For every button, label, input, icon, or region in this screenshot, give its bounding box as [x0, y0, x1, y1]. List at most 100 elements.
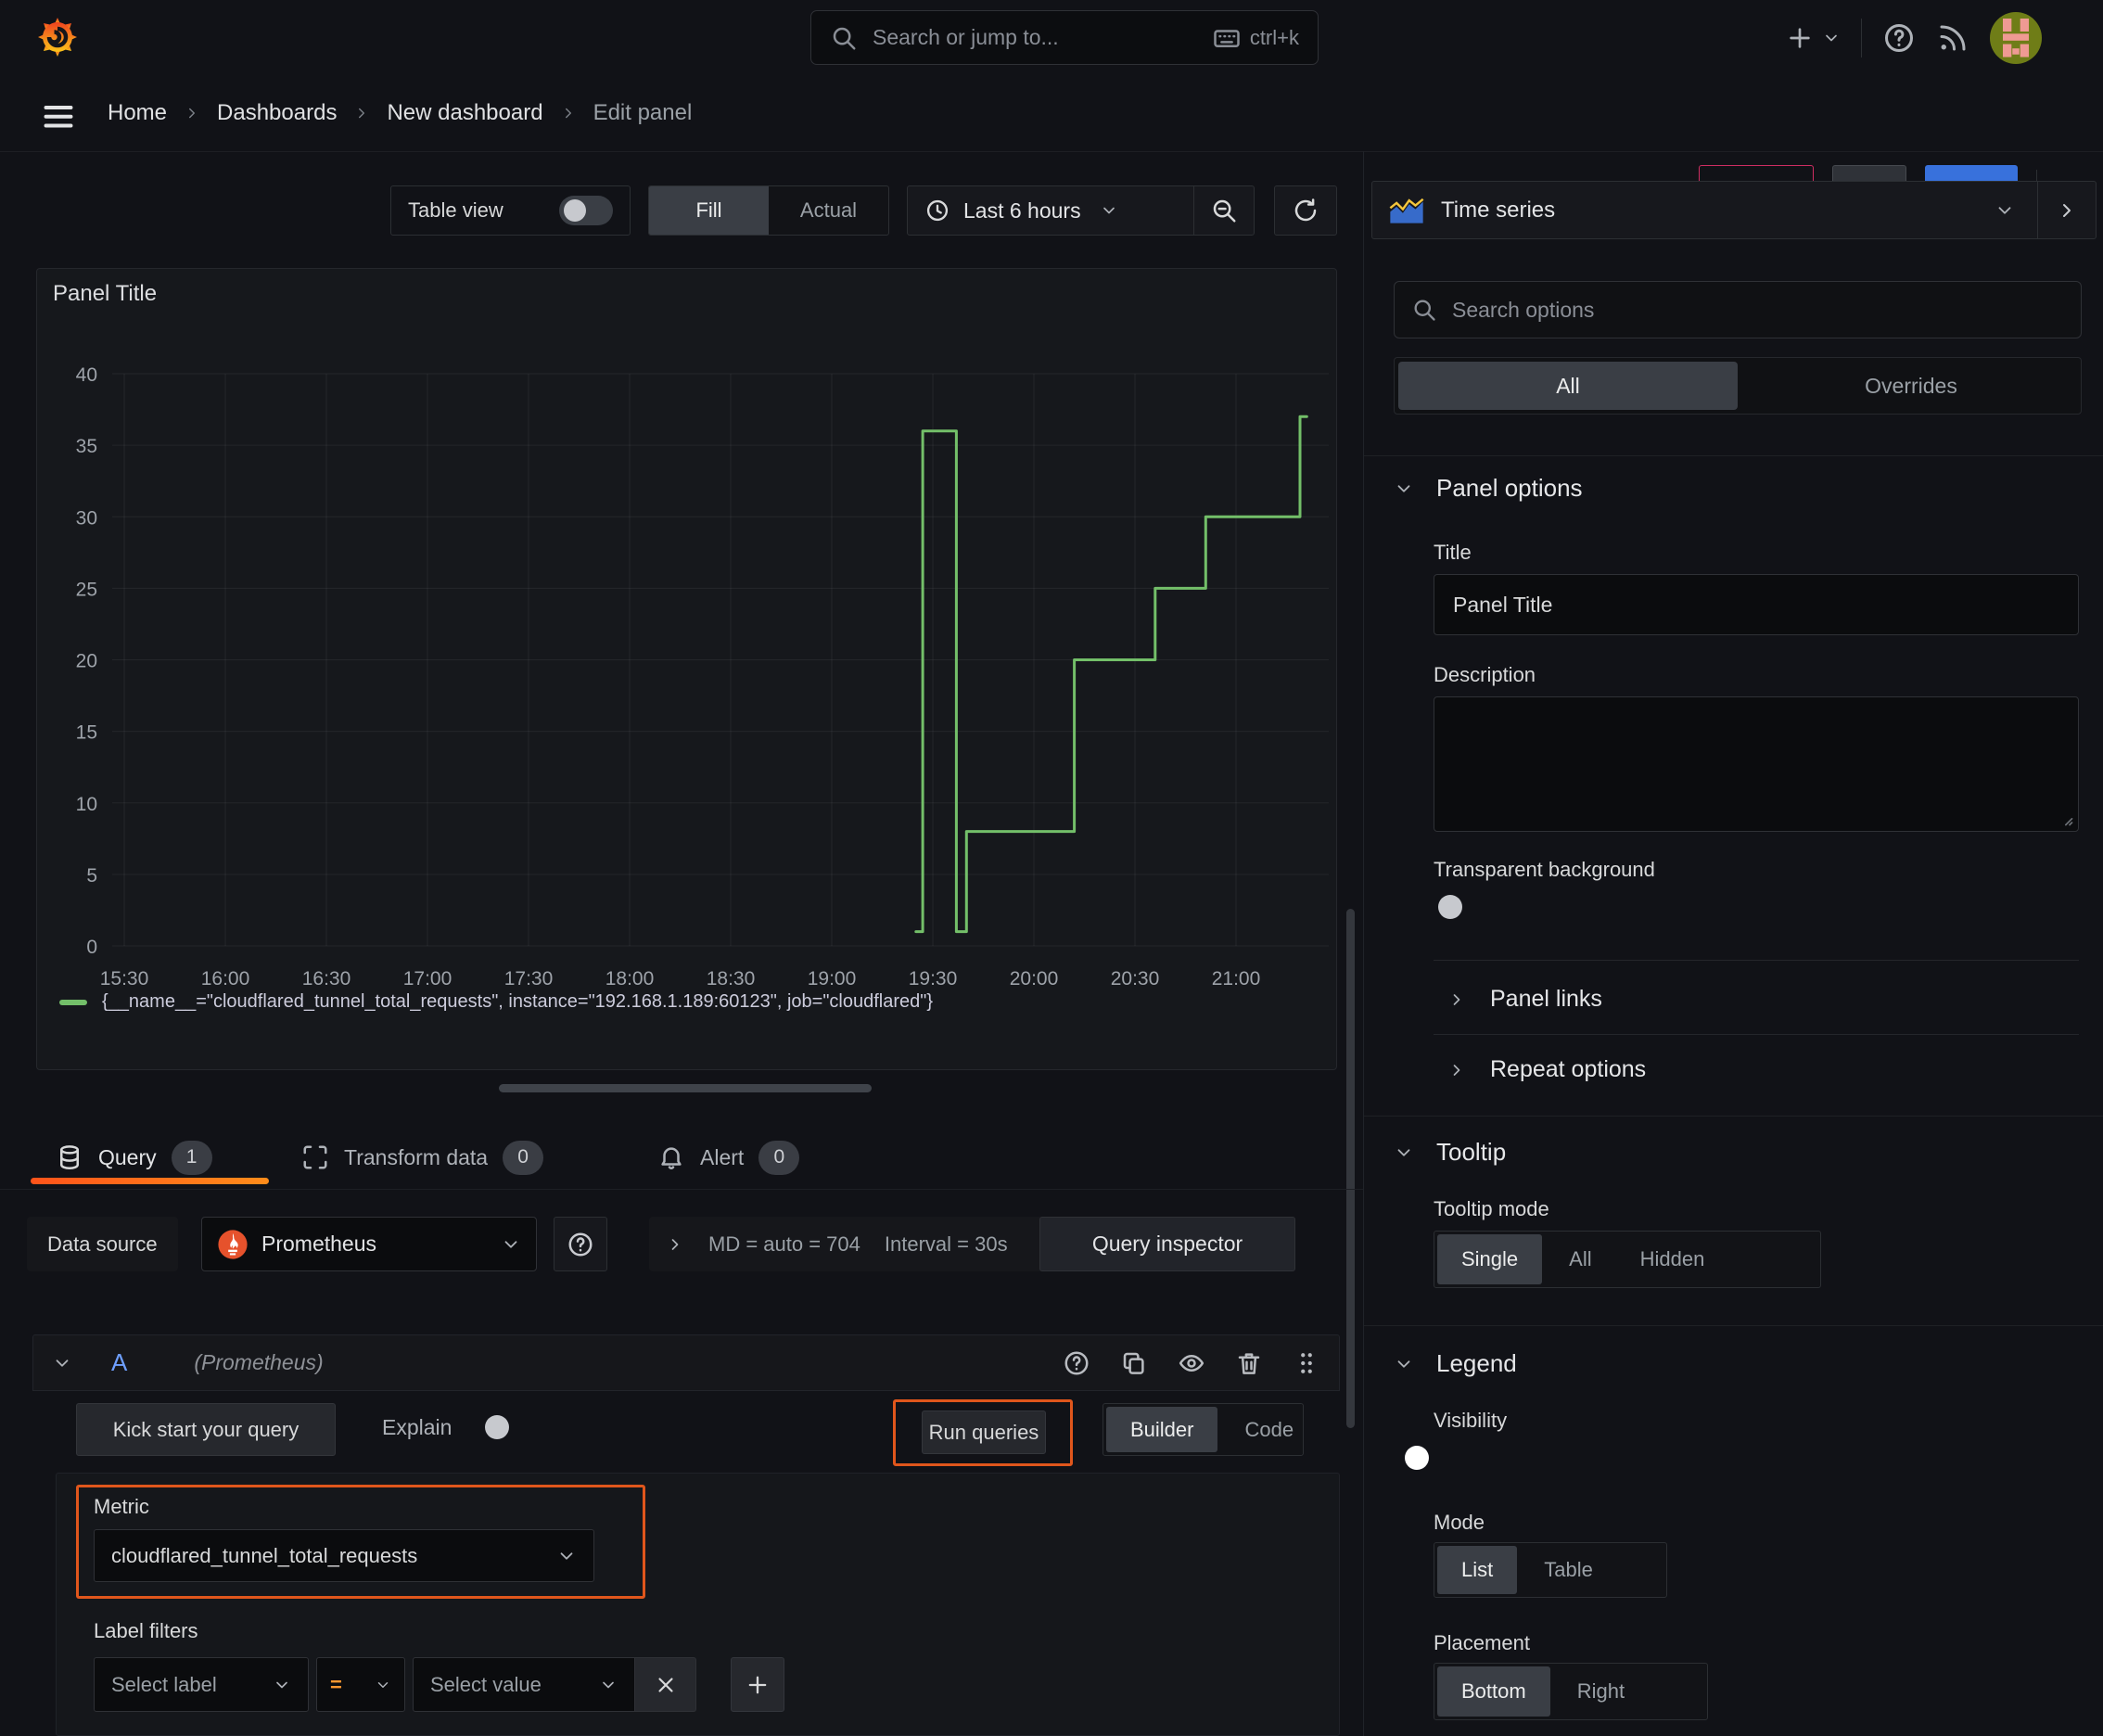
datasource-picker[interactable]: Prometheus [201, 1217, 537, 1271]
menu-button[interactable] [42, 99, 75, 133]
query-ref-id[interactable]: A [111, 1348, 127, 1377]
refresh-icon [1294, 198, 1317, 222]
sidebar-divider [1364, 1116, 2103, 1117]
fill-option[interactable]: Fill [649, 186, 769, 235]
breadcrumb: Home Dashboards New dashboard Edit panel [108, 75, 692, 151]
duplicate-query-icon[interactable] [1120, 1349, 1148, 1377]
breadcrumb-home[interactable]: Home [108, 100, 167, 126]
svg-text:35: 35 [76, 436, 97, 457]
tab-all[interactable]: All [1398, 362, 1738, 410]
tooltip-mode-hidden[interactable]: Hidden [1616, 1232, 1729, 1287]
legend-placement-right[interactable]: Right [1553, 1664, 1649, 1719]
global-search[interactable]: Search or jump to... ctrl+k [810, 10, 1319, 65]
table-view-control: Table view [390, 185, 631, 236]
add-filter-button[interactable] [731, 1657, 784, 1712]
panel-links-header[interactable]: Panel links [1447, 986, 1602, 1013]
avatar[interactable] [1990, 12, 2042, 64]
chevron-down-icon [504, 1240, 517, 1248]
fill-actual-switch: Fill Actual [648, 185, 889, 236]
tab-alert-label: Alert [700, 1144, 745, 1169]
tab-transform-badge: 0 [503, 1140, 544, 1175]
panel-options-header[interactable]: Panel options [1394, 474, 1583, 503]
panel-links-title: Panel links [1490, 986, 1602, 1012]
tab-alert[interactable]: Alert 0 [657, 1134, 800, 1181]
tab-transform[interactable]: Transform data 0 [301, 1134, 544, 1181]
refresh-button[interactable] [1274, 185, 1337, 236]
query-help-icon[interactable] [1063, 1349, 1090, 1377]
svg-text:17:30: 17:30 [504, 968, 554, 989]
tooltip-header[interactable]: Tooltip [1394, 1138, 1506, 1167]
time-range-picker[interactable]: Last 6 hours [908, 186, 1193, 235]
operator-value: = [330, 1672, 342, 1696]
breadcrumb-new-dashboard[interactable]: New dashboard [387, 100, 542, 126]
svg-text:18:00: 18:00 [605, 968, 655, 989]
bell-icon [661, 1147, 682, 1169]
tooltip-mode-all[interactable]: All [1545, 1232, 1615, 1287]
tab-query[interactable]: Query 1 [56, 1134, 212, 1181]
add-menu-button[interactable] [1785, 23, 1841, 53]
visualization-picker[interactable]: Time series [1371, 181, 2097, 239]
kickstart-query-button[interactable]: Kick start your query [76, 1403, 336, 1456]
collapse-query-chevron-icon[interactable] [52, 1353, 72, 1373]
transform-icon [303, 1145, 327, 1169]
chevron-down-icon [276, 1681, 287, 1688]
query-inspector-button[interactable]: Query inspector [1039, 1217, 1295, 1271]
remove-filter-button[interactable] [635, 1657, 696, 1712]
legend-mode-table[interactable]: Table [1520, 1543, 1617, 1597]
table-view-toggle[interactable] [559, 196, 613, 225]
datasource-help-button[interactable] [554, 1217, 607, 1271]
drag-query-handle-icon[interactable] [1293, 1349, 1320, 1377]
chevron-right-icon[interactable] [666, 1235, 684, 1254]
chevron-down-icon [1102, 207, 1115, 214]
chevron-down-icon [1826, 34, 1837, 42]
metric-select[interactable]: cloudflared_tunnel_total_requests [94, 1529, 594, 1582]
zoom-out-time-button[interactable] [1194, 186, 1254, 235]
topbar-divider [1861, 19, 1862, 57]
select-value-dropdown[interactable]: Select value [413, 1657, 635, 1712]
select-label-dropdown[interactable]: Select label [94, 1657, 309, 1712]
description-textarea[interactable] [1434, 696, 2079, 832]
operator-dropdown[interactable]: = [316, 1657, 405, 1712]
viz-suggestions-button[interactable] [2038, 199, 2096, 222]
chevron-down-icon [560, 1551, 573, 1560]
svg-text:20:00: 20:00 [1010, 968, 1059, 989]
tooltip-mode-single[interactable]: Single [1437, 1234, 1543, 1284]
explain-label: Explain [382, 1415, 452, 1439]
legend-header[interactable]: Legend [1394, 1349, 1517, 1378]
legend-mode-list[interactable]: List [1437, 1546, 1518, 1594]
description-label: Description [1434, 663, 1536, 686]
chevron-right-icon [359, 108, 365, 119]
timeseries-viz-icon [1389, 198, 1424, 223]
chevron-right-icon [2063, 203, 2071, 217]
chevron-down-icon [603, 1681, 614, 1688]
news-button[interactable] [1936, 21, 1969, 55]
legend-placement-bottom[interactable]: Bottom [1437, 1666, 1550, 1717]
actual-option[interactable]: Actual [769, 186, 888, 235]
help-button[interactable] [1882, 21, 1916, 55]
builder-option[interactable]: Builder [1106, 1407, 1218, 1452]
delete-query-icon[interactable] [1235, 1349, 1263, 1377]
search-icon [830, 24, 858, 52]
metric-value: cloudflared_tunnel_total_requests [111, 1543, 418, 1567]
run-queries-button[interactable]: Run queries [922, 1410, 1046, 1454]
prometheus-icon [218, 1229, 248, 1259]
legend-placement-switch: Bottom Right [1434, 1663, 1708, 1720]
code-option[interactable]: Code [1220, 1404, 1303, 1455]
toggle-visibility-icon[interactable] [1178, 1349, 1205, 1377]
svg-text:25: 25 [76, 579, 97, 600]
legend-title: Legend [1436, 1349, 1517, 1377]
svg-text:18:30: 18:30 [707, 968, 756, 989]
grafana-logo[interactable] [32, 11, 83, 63]
search-options-field[interactable]: Search options [1394, 281, 2082, 338]
query-row-header[interactable]: A (Prometheus) [32, 1334, 1340, 1391]
chart-legend-item[interactable]: {__name__="cloudflared_tunnel_total_requ… [59, 991, 933, 1013]
tooltip-title: Tooltip [1436, 1138, 1507, 1166]
database-icon [60, 1145, 79, 1169]
panel-title-input[interactable] [1434, 574, 2079, 635]
tab-overrides[interactable]: Overrides [1741, 374, 2081, 399]
all-overrides-tabs: All Overrides [1394, 357, 2082, 415]
breadcrumb-dashboards[interactable]: Dashboards [217, 100, 337, 126]
repeat-options-header[interactable]: Repeat options [1447, 1056, 1646, 1083]
pane-resize-handle[interactable] [499, 1084, 872, 1092]
svg-text:10: 10 [76, 794, 97, 815]
